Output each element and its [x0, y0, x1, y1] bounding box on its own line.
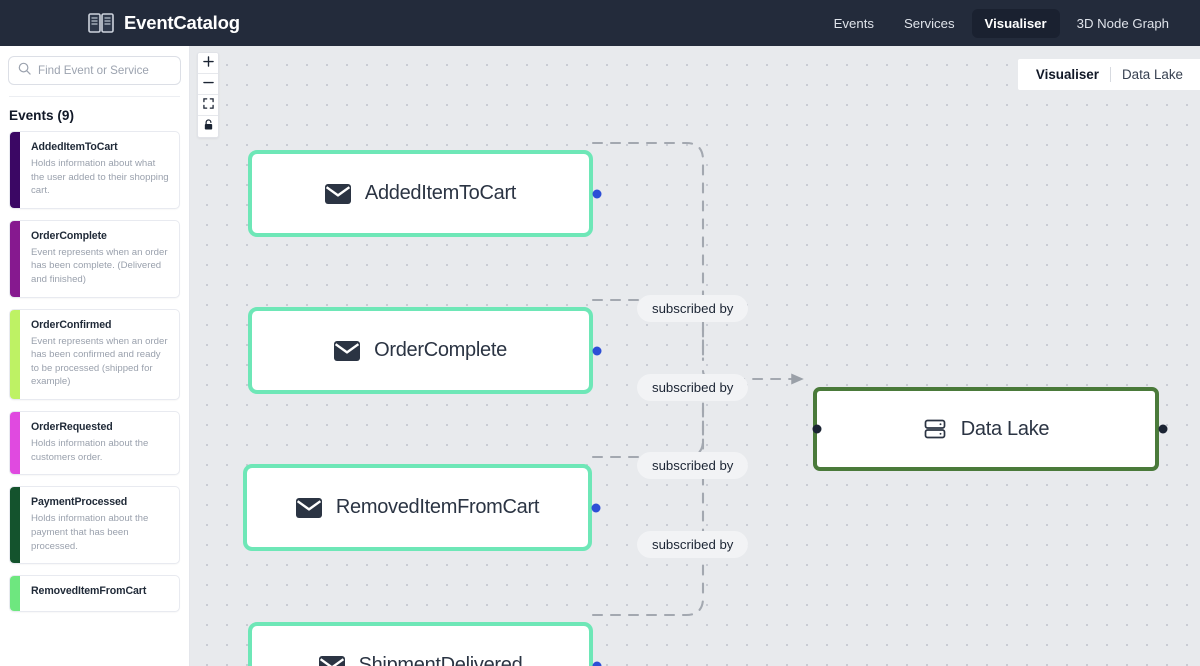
event-name: OrderRequested	[31, 421, 170, 433]
event-card-body: PaymentProcessed Holds information about…	[20, 487, 179, 563]
event-accent	[10, 412, 20, 474]
envelope-icon	[334, 341, 360, 361]
event-card-ordercomplete[interactable]: OrderComplete Event represents when an o…	[9, 220, 180, 298]
nav-item-visualiser[interactable]: Visualiser	[972, 9, 1060, 38]
zoom-out-button[interactable]	[198, 74, 218, 95]
event-card-removeditemfromcart[interactable]: RemovedItemFromCart	[9, 575, 180, 612]
node-handle-source[interactable]	[593, 189, 602, 198]
event-name: PaymentProcessed	[31, 496, 170, 508]
event-card-orderconfirmed[interactable]: OrderConfirmed Event represents when an …	[9, 309, 180, 400]
edge-label-subscribed-by-3: subscribed by	[637, 452, 748, 479]
event-card-body: OrderConfirmed Event represents when an …	[20, 310, 179, 399]
event-list: AddedItemToCart Holds information about …	[0, 131, 189, 633]
canvas-controls	[197, 52, 219, 138]
event-card-body: RemovedItemFromCart	[20, 576, 155, 611]
event-card-orderrequested[interactable]: OrderRequested Holds information about t…	[9, 411, 180, 475]
node-ordercomplete[interactable]: OrderComplete	[248, 307, 593, 394]
event-description: Holds information about the customers or…	[31, 437, 170, 464]
app-body: Events (9) AddedItemToCart Holds informa…	[0, 46, 1200, 666]
toggle-interactivity-button[interactable]	[198, 116, 218, 137]
app-header: EventCatalog Events Services Visualiser …	[0, 0, 1200, 46]
event-accent	[10, 221, 20, 297]
node-data-lake[interactable]: Data Lake	[813, 387, 1159, 471]
edge-label-subscribed-by-4: subscribed by	[637, 531, 748, 558]
event-description: Event represents when an order has been …	[31, 335, 170, 389]
edge-label-subscribed-by-2: subscribed by	[637, 374, 748, 401]
search-box[interactable]	[8, 56, 181, 85]
edge-label-subscribed-by-1: subscribed by	[637, 295, 748, 322]
event-card-paymentprocessed[interactable]: PaymentProcessed Holds information about…	[9, 486, 180, 564]
nav-item-3d-node-graph[interactable]: 3D Node Graph	[1064, 9, 1182, 38]
node-addeditemtocart[interactable]: AddedItemToCart	[248, 150, 593, 237]
node-handle-source[interactable]	[593, 346, 602, 355]
sidebar: Events (9) AddedItemToCart Holds informa…	[0, 46, 190, 666]
event-card-body: AddedItemToCart Holds information about …	[20, 132, 179, 208]
minus-icon	[203, 75, 214, 93]
event-card-body: OrderComplete Event represents when an o…	[20, 221, 179, 297]
database-icon	[923, 417, 947, 441]
node-label: ShipmentDelivered	[359, 654, 523, 666]
fit-view-button[interactable]	[198, 95, 218, 116]
breadcrumb-node: Data Lake	[1122, 67, 1183, 82]
event-accent	[10, 310, 20, 399]
plus-icon	[203, 54, 214, 72]
event-name: RemovedItemFromCart	[31, 585, 146, 597]
main-nav: Events Services Visualiser 3D Node Graph	[821, 9, 1182, 38]
event-accent	[10, 132, 20, 208]
expand-icon	[203, 96, 214, 114]
app-root: EventCatalog Events Services Visualiser …	[0, 0, 1200, 666]
breadcrumb-separator	[1110, 67, 1111, 82]
node-label: Data Lake	[961, 418, 1049, 441]
event-description: Holds information about what the user ad…	[31, 157, 170, 198]
nav-item-services[interactable]: Services	[891, 9, 968, 38]
brand[interactable]: EventCatalog	[88, 11, 240, 35]
event-accent	[10, 576, 20, 611]
envelope-icon	[325, 184, 351, 204]
search-icon	[18, 62, 31, 80]
node-label: RemovedItemFromCart	[336, 496, 539, 519]
edge-shipment-to-lake	[593, 386, 703, 615]
event-card-body: OrderRequested Holds information about t…	[20, 412, 179, 474]
node-handle-target[interactable]	[813, 425, 822, 434]
lock-icon	[203, 118, 214, 136]
nav-item-events[interactable]: Events	[821, 9, 887, 38]
node-label: AddedItemToCart	[365, 182, 516, 205]
event-description: Holds information about the payment that…	[31, 512, 170, 553]
search-input[interactable]	[38, 64, 171, 77]
envelope-icon	[319, 656, 345, 666]
node-handle-source[interactable]	[593, 661, 602, 666]
breadcrumb: Visualiser Data Lake	[1018, 59, 1200, 90]
node-shipmentdelivered[interactable]: ShipmentDelivered	[248, 622, 593, 666]
node-handle-source[interactable]	[1159, 425, 1168, 434]
event-name: OrderConfirmed	[31, 319, 170, 331]
node-removeditemfromcart[interactable]: RemovedItemFromCart	[243, 464, 592, 551]
brand-name: EventCatalog	[124, 12, 240, 34]
event-accent	[10, 487, 20, 563]
search-section	[0, 46, 189, 85]
visualiser-canvas[interactable]: Visualiser Data Lake	[190, 46, 1200, 666]
event-name: AddedItemToCart	[31, 141, 170, 153]
event-description: Event represents when an order has been …	[31, 246, 170, 287]
edge-added-to-lake	[593, 143, 703, 360]
events-section-title: Events (9)	[0, 97, 189, 131]
zoom-in-button[interactable]	[198, 53, 218, 74]
breadcrumb-current[interactable]: Visualiser	[1036, 67, 1099, 82]
node-handle-source[interactable]	[592, 503, 601, 512]
envelope-icon	[296, 498, 322, 518]
node-label: OrderComplete	[374, 339, 507, 362]
event-card-addeditemtocart[interactable]: AddedItemToCart Holds information about …	[9, 131, 180, 209]
open-book-icon	[88, 11, 114, 35]
event-name: OrderComplete	[31, 230, 170, 242]
